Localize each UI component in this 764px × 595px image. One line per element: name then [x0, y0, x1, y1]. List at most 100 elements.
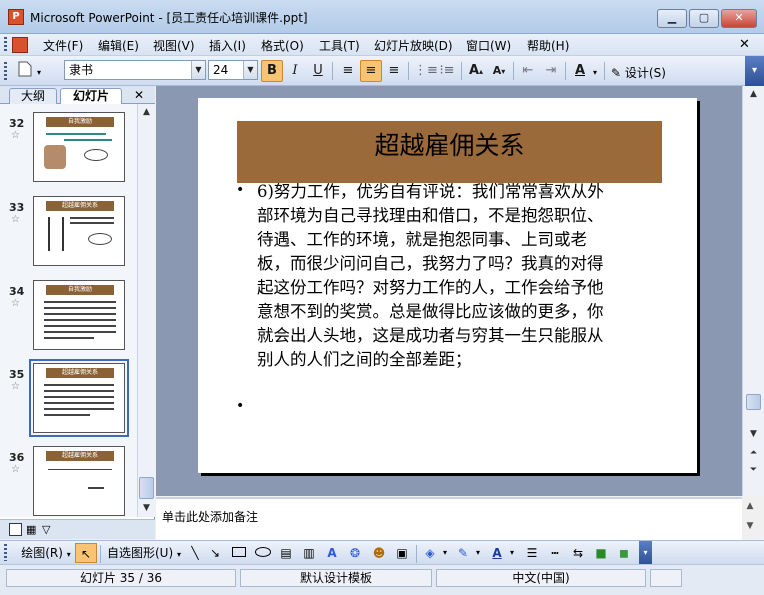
menu-tools[interactable]: 工具(T): [319, 37, 360, 53]
align-center-icon[interactable]: ≡: [360, 60, 382, 82]
slide-title[interactable]: 超越雇佣关系: [237, 121, 662, 183]
previous-slide-icon[interactable]: ⏶: [745, 445, 762, 462]
align-right-icon[interactable]: ≡: [383, 60, 405, 82]
increase-indent-icon[interactable]: ⇥: [540, 60, 562, 82]
slide-thumbnail-33[interactable]: 超越雇佣关系: [33, 196, 125, 266]
dash-style-icon[interactable]: ┅: [545, 543, 565, 563]
slide-thumbnail-34[interactable]: 自我激励: [33, 280, 125, 350]
bold-button[interactable]: B: [261, 60, 283, 82]
slide-thumbnail-36[interactable]: 超越雇佣关系: [33, 446, 125, 516]
chevron-down-icon[interactable]: ▾: [441, 543, 449, 563]
slide-body-text[interactable]: 6)努力工作，优劣自有评说：我们常常喜欢从外部环境为自己寻找理由和借口，不是抱怨…: [257, 180, 609, 372]
wordart-icon[interactable]: A: [323, 543, 341, 563]
toolbar-divider: [604, 62, 605, 80]
chevron-down-icon[interactable]: ▼: [243, 61, 257, 79]
select-pointer-icon[interactable]: ↖: [75, 543, 97, 563]
toolbar-grip[interactable]: [4, 62, 7, 80]
decrease-font-icon[interactable]: A▾: [488, 60, 510, 82]
line-icon[interactable]: ╲: [186, 543, 204, 563]
drawbar-grip[interactable]: [4, 544, 7, 561]
italic-button[interactable]: I: [284, 60, 306, 82]
menu-edit[interactable]: 编辑(E): [98, 37, 139, 53]
notes-scrollbar[interactable]: ▲ ▼: [740, 501, 760, 541]
clipart-icon[interactable]: ☻: [370, 543, 388, 563]
textbox-icon[interactable]: ▤: [277, 543, 295, 563]
tab-slides[interactable]: 幻灯片: [60, 88, 122, 105]
vertical-textbox-icon[interactable]: ▥: [300, 543, 318, 563]
toolbar-options-icon[interactable]: ▾: [639, 541, 652, 565]
picture-icon[interactable]: ▣: [393, 543, 411, 563]
slideshow-view-icon[interactable]: ▽: [42, 523, 50, 536]
underline-button[interactable]: U: [307, 60, 329, 82]
arrow-style-icon[interactable]: ⇆: [568, 543, 588, 563]
next-slide-icon[interactable]: ⏷: [745, 462, 762, 479]
powerpoint-app-icon[interactable]: P: [8, 9, 24, 25]
minimize-button[interactable]: ▁: [657, 9, 687, 28]
arrow-icon[interactable]: ↘: [206, 543, 224, 563]
scroll-up-icon[interactable]: ▲: [745, 86, 762, 103]
menu-file[interactable]: 文件(F): [43, 37, 83, 53]
toolbar-divider: [100, 545, 101, 563]
close-document-icon[interactable]: ✕: [739, 37, 750, 53]
rectangle-icon[interactable]: [229, 543, 249, 563]
menu-slideshow[interactable]: 幻灯片放映(D): [374, 37, 453, 53]
numbered-list-icon[interactable]: ⋮≡: [413, 60, 438, 82]
scrollbar-thumb[interactable]: [139, 477, 154, 499]
line-color-icon[interactable]: ✎: [454, 543, 472, 563]
increase-font-icon[interactable]: A▴: [465, 60, 487, 82]
font-color-dropdown-icon[interactable]: ▾: [593, 68, 597, 77]
font-size-select[interactable]: 24 ▼: [208, 60, 258, 80]
font-color-icon[interactable]: A: [488, 543, 506, 563]
font-color-icon[interactable]: A: [569, 60, 591, 82]
scroll-up-icon[interactable]: ▲: [138, 104, 155, 121]
design-button[interactable]: ✎ 设计(S): [611, 64, 666, 81]
formatting-toolbar: ▾ 隶书 ▼ 24 ▼ B I U ≡ ≡ ≡ ⋮≡ ⁝≡ A▴ A▾ ⇤ ⇥ …: [0, 56, 764, 86]
notes-pane[interactable]: 单击此处添加备注 ▲ ▼: [156, 497, 753, 540]
animation-star-icon: ☆: [11, 298, 20, 309]
thumbnails-scrollbar[interactable]: ▲ ▼: [137, 104, 155, 517]
tab-outline[interactable]: 大纲: [9, 88, 57, 104]
maximize-button[interactable]: ▢: [689, 9, 719, 28]
slide-number: 36: [9, 451, 25, 464]
menu-view[interactable]: 视图(V): [153, 37, 195, 53]
new-document-icon[interactable]: [14, 60, 36, 82]
line-style-icon[interactable]: ☰: [522, 543, 542, 563]
slide-scrollbar[interactable]: ▲ ▼ ⏶ ⏷: [742, 86, 764, 496]
autoshapes-menu-button[interactable]: 自选图形(U) ▾: [104, 543, 184, 563]
scroll-down-icon[interactable]: ▼: [745, 426, 762, 443]
status-slide-position: 幻灯片 35 / 36: [6, 569, 236, 587]
notes-placeholder[interactable]: 单击此处添加备注: [162, 508, 258, 525]
chevron-down-icon[interactable]: ▼: [191, 61, 205, 79]
current-slide[interactable]: 超越雇佣关系 • 6)努力工作，优劣自有评说：我们常常喜欢从外部环境为自己寻找理…: [198, 98, 697, 473]
scrollbar-thumb[interactable]: [746, 394, 761, 410]
fill-color-icon[interactable]: ◈: [421, 543, 439, 563]
chevron-down-icon[interactable]: ▾: [474, 543, 482, 563]
diagram-icon[interactable]: ❂: [346, 543, 364, 563]
status-bar: 幻灯片 35 / 36 默认设计模板 中文(中国): [0, 564, 764, 595]
3d-style-icon[interactable]: ◼: [614, 543, 634, 563]
close-window-button[interactable]: ✕: [721, 9, 757, 28]
document-icon[interactable]: [12, 37, 28, 53]
menu-insert[interactable]: 插入(I): [209, 37, 246, 53]
font-size-value: 24: [213, 63, 229, 77]
bulleted-list-icon[interactable]: ⁝≡: [436, 60, 458, 82]
menu-help[interactable]: 帮助(H): [527, 37, 569, 53]
shadow-icon[interactable]: ■: [591, 543, 611, 563]
menubar-grip[interactable]: [4, 37, 7, 53]
toolbar-options-icon[interactable]: ▾: [745, 56, 764, 86]
draw-menu-button[interactable]: 绘图(R) ▾: [19, 543, 73, 563]
align-left-icon[interactable]: ≡: [337, 60, 359, 82]
chevron-down-icon[interactable]: ▾: [508, 543, 516, 563]
menu-format[interactable]: 格式(O): [261, 37, 304, 53]
slide-sorter-view-icon[interactable]: ▦: [26, 523, 36, 536]
slide-thumbnail-35[interactable]: 超越雇佣关系: [29, 359, 129, 437]
scroll-down-icon[interactable]: ▼: [138, 500, 155, 517]
close-pane-icon[interactable]: ✕: [134, 88, 144, 102]
oval-icon[interactable]: [253, 543, 273, 563]
menu-window[interactable]: 窗口(W): [466, 37, 511, 53]
slide-thumbnail-32[interactable]: 自我激励: [33, 112, 125, 182]
decrease-indent-icon[interactable]: ⇤: [517, 60, 539, 82]
normal-view-icon[interactable]: [9, 523, 22, 536]
font-name-select[interactable]: 隶书 ▼: [64, 60, 206, 80]
new-dropdown-icon[interactable]: ▾: [37, 68, 41, 77]
